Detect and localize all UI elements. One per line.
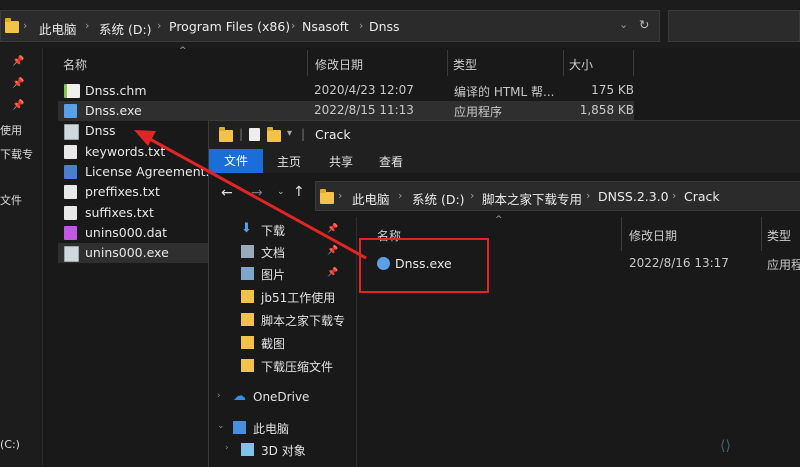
arrow-line <box>147 136 367 260</box>
watermark-logo: ⟨⟩ <box>720 438 731 454</box>
arrow-head <box>134 130 156 146</box>
annotation-arrow <box>134 130 367 260</box>
